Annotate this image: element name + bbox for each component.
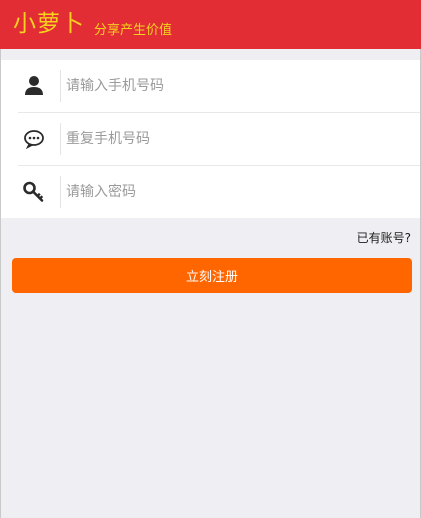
- row-divider: [60, 123, 61, 155]
- chat-bubble-icon: [24, 130, 44, 150]
- password-row: [18, 166, 420, 218]
- brand-slogan: 分享产生价值: [94, 23, 173, 38]
- password-input[interactable]: [66, 180, 406, 204]
- user-icon: [25, 76, 43, 95]
- row-divider: [60, 176, 61, 208]
- app-header: 小萝卜 分享产生价值: [0, 0, 421, 49]
- phone-input[interactable]: [66, 74, 406, 98]
- row-divider: [60, 70, 61, 102]
- repeat-phone-input[interactable]: [66, 127, 406, 151]
- key-icon: [23, 181, 44, 202]
- register-form: [1, 60, 420, 218]
- have-account-link[interactable]: 已有账号?: [357, 230, 411, 246]
- brand-logo-text: 小萝卜: [13, 11, 85, 37]
- phone-row: [18, 60, 420, 112]
- repeat-phone-row: [18, 113, 420, 165]
- register-button[interactable]: 立刻注册: [12, 258, 412, 293]
